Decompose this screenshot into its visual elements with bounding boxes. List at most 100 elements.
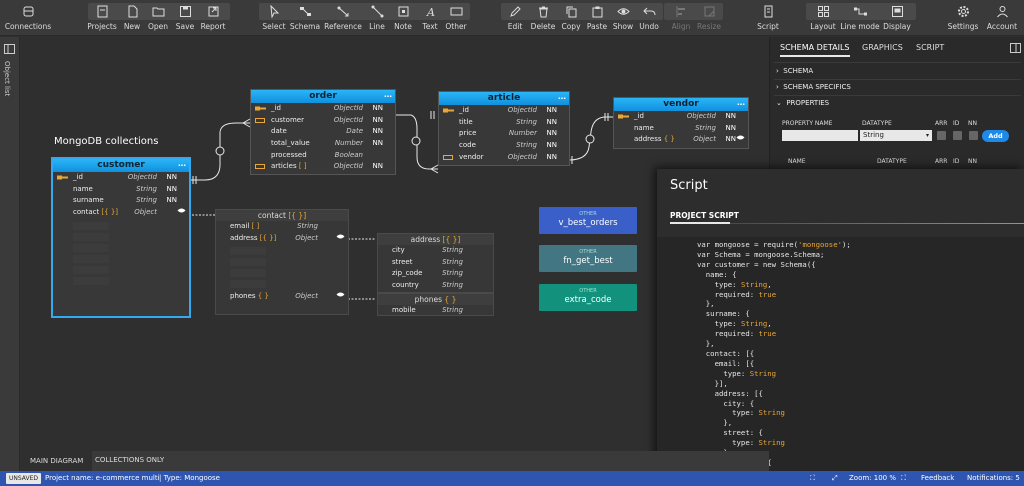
- entity-menu-icon[interactable]: …: [737, 98, 745, 108]
- field-name: address { }: [634, 135, 675, 144]
- object-list-label[interactable]: Object list: [3, 61, 11, 96]
- tab-graphics[interactable]: GRAPHICS: [862, 43, 903, 52]
- subdocument-field-row[interactable]: email [ ] String: [216, 221, 348, 233]
- entity-header[interactable]: article …: [439, 92, 569, 105]
- entity-field-row[interactable]: articles [ ] ObjectId NN: [251, 161, 395, 173]
- entity-field-row[interactable]: address { } Object NN: [614, 134, 748, 146]
- arr-checkbox[interactable]: [937, 131, 946, 140]
- entity-menu-icon[interactable]: …: [384, 90, 392, 100]
- field-type: String: [442, 306, 463, 314]
- entity-field-row[interactable]: surname String NN: [53, 195, 189, 207]
- entity-header[interactable]: customer…: [53, 159, 189, 172]
- section-schema-specifics[interactable]: › SCHEMA SPECIFICS: [776, 83, 851, 91]
- code-text[interactable]: var mongoose = require('mongoose'); var …: [697, 240, 851, 471]
- other-object-fn-get-best[interactable]: OTHER fn_get_best: [539, 245, 637, 272]
- fullscreen-icon[interactable]: ⛶: [901, 471, 906, 486]
- zoom-level[interactable]: Zoom: 100 %: [849, 471, 896, 486]
- eye-icon[interactable]: [177, 207, 186, 219]
- subdocument-field-row[interactable]: zip_code String: [378, 268, 493, 280]
- property-name-input[interactable]: [782, 130, 858, 141]
- entity-field-row[interactable]: total_value Number NN: [251, 138, 395, 150]
- toolbar-button-display[interactable]: Display: [869, 0, 925, 36]
- entity-name: article: [487, 93, 521, 103]
- entity-field-row[interactable]: vendor ObjectId NN: [439, 152, 569, 164]
- entity-field-row[interactable]: customer ObjectId NN: [251, 115, 395, 127]
- subdocument-fields: city String street String zip_code String coun…: [378, 245, 493, 292]
- subdocument-field-row[interactable]: mobile String: [378, 305, 493, 317]
- code-editor[interactable]: var mongoose = require('mongoose'); var …: [657, 237, 1024, 471]
- toolbar-button-report[interactable]: Report: [185, 0, 241, 36]
- fit-screen-icon[interactable]: ⛶: [810, 471, 815, 486]
- tab-project-script[interactable]: PROJECT SCRIPT: [670, 211, 739, 220]
- entity-field-row[interactable]: name String NN: [614, 123, 748, 135]
- entity-field-row[interactable]: _id ObjectId NN: [53, 172, 189, 184]
- entity-field-row[interactable]: code String NN: [439, 140, 569, 152]
- entity-article[interactable]: article … _id ObjectId NN title String NN price…: [438, 91, 570, 166]
- other-name-label: v_best_orders: [558, 218, 618, 228]
- entity-order[interactable]: order… _id ObjectId NN customer ObjectId NN da…: [250, 89, 396, 175]
- field-type: Object: [295, 233, 318, 242]
- subdocument-phones[interactable]: phones { } mobile String: [377, 293, 494, 316]
- tab-collections-only[interactable]: COLLECTIONS ONLY: [95, 456, 164, 464]
- entity-field-row[interactable]: _id ObjectId NN: [251, 103, 395, 115]
- entity-header[interactable]: vendor…: [614, 98, 748, 111]
- toolbar-button-connections[interactable]: Connections: [0, 0, 56, 36]
- subdocument-field-row[interactable]: city String: [378, 245, 493, 257]
- toolbar-button-other[interactable]: Other: [428, 0, 484, 36]
- datatype-select[interactable]: String ▾: [860, 130, 932, 141]
- toolbar-button-resize[interactable]: Resize: [681, 0, 737, 36]
- entity-header[interactable]: order…: [251, 90, 395, 103]
- subdocument-field-row[interactable]: country String: [378, 280, 493, 292]
- subdocument-field-row[interactable]: address [{ }] Object: [216, 233, 348, 245]
- zoom-fit-icon[interactable]: ⤢: [832, 471, 838, 486]
- subdocument-contact[interactable]: contact [{ }] email [ ] String address [{ …: [215, 209, 349, 315]
- tab-schema-details[interactable]: SCHEMA DETAILS: [780, 43, 850, 57]
- section-properties[interactable]: ⌄ PROPERTIES: [776, 99, 829, 107]
- key-icon: [255, 106, 266, 111]
- notifications-link[interactable]: Notifications: 5: [967, 471, 1020, 486]
- eye-icon[interactable]: [736, 134, 745, 146]
- entity-fields: _id ObjectId NN title String NN price Number NN c…: [439, 105, 569, 163]
- entity-customer[interactable]: customer… _id ObjectId NN name String NN surna…: [52, 158, 190, 317]
- toolbar-button-account[interactable]: Account: [974, 0, 1024, 36]
- field-type: Boolean: [334, 150, 363, 159]
- script-panel[interactable]: Script PROJECT SCRIPT var mongoose = req…: [657, 169, 1024, 471]
- add-property-button[interactable]: Add: [982, 130, 1009, 142]
- field-nn: NN: [372, 139, 383, 148]
- field-name: date: [271, 127, 287, 136]
- toolbar-button-label: Report: [200, 22, 226, 31]
- other-object-v-best-orders[interactable]: OTHER v_best_orders: [539, 207, 637, 234]
- entity-field-row[interactable]: name String NN: [53, 184, 189, 196]
- subdocument-address[interactable]: address [{ }] city String street String zip_…: [377, 233, 494, 293]
- column-datatype: DATATYPE: [862, 120, 892, 127]
- entity-field-row[interactable]: processed Boolean: [251, 150, 395, 162]
- eye-icon[interactable]: [336, 233, 345, 245]
- field-nn: NN: [546, 106, 557, 114]
- entity-field-row[interactable]: price Number NN: [439, 128, 569, 140]
- subdocument-field-row[interactable]: phones { } Object: [216, 291, 348, 303]
- entity-menu-icon[interactable]: …: [178, 159, 186, 169]
- feedback-link[interactable]: Feedback: [921, 471, 954, 486]
- eye-icon[interactable]: [336, 291, 345, 303]
- entity-field-row[interactable]: title String NN: [439, 117, 569, 129]
- tab-main-diagram[interactable]: MAIN DIAGRAM: [21, 451, 93, 471]
- tab-script[interactable]: SCRIPT: [916, 43, 944, 52]
- entity-field-row[interactable]: contact [{ }] Object: [53, 207, 189, 219]
- user-icon: [996, 0, 1009, 22]
- entity-vendor[interactable]: vendor… _id ObjectId NN name String NN address…: [613, 97, 749, 149]
- other-object-extra-code[interactable]: OTHER extra_code: [539, 284, 637, 311]
- entity-field-row[interactable]: date Date NN: [251, 126, 395, 138]
- entity-fields: _id ObjectId NN name String NN surname String NN…: [53, 172, 189, 219]
- entity-field-row[interactable]: _id ObjectId NN: [614, 111, 748, 123]
- entity-menu-icon[interactable]: …: [558, 92, 566, 102]
- toolbar-button-label: Display: [883, 22, 911, 31]
- nn-checkbox[interactable]: [969, 131, 978, 140]
- toolbar-button-script[interactable]: Script: [740, 0, 796, 36]
- list-column-id: ID: [953, 158, 960, 165]
- entity-field-row[interactable]: _id ObjectId NN: [439, 105, 569, 117]
- section-schema[interactable]: › SCHEMA: [776, 67, 813, 75]
- id-checkbox[interactable]: [953, 131, 962, 140]
- panel-toggle-icon[interactable]: [4, 44, 15, 54]
- panel-toggle-icon[interactable]: [1010, 43, 1021, 53]
- subdocument-field-row[interactable]: street String: [378, 257, 493, 269]
